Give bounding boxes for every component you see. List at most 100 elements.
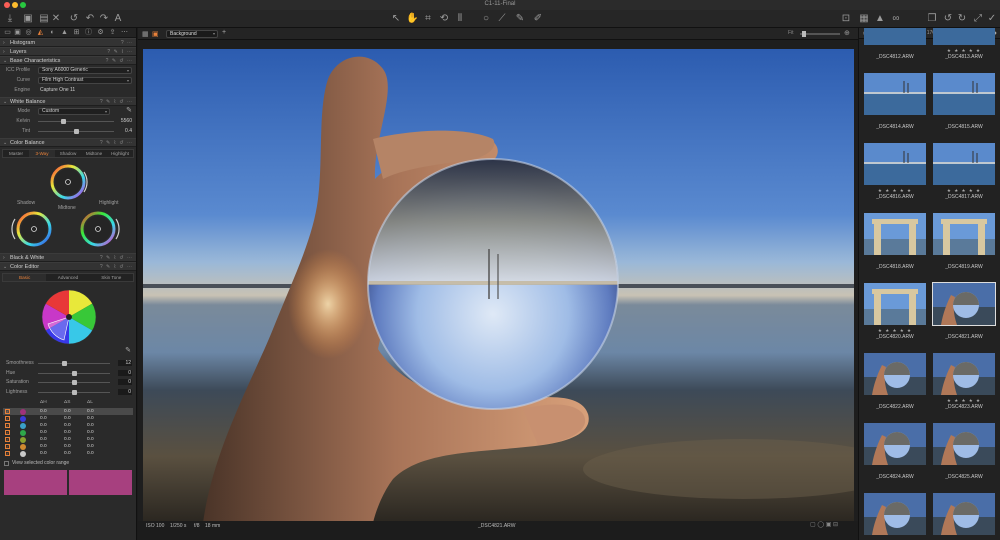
brush-icon[interactable]: ✎ (514, 13, 526, 25)
section-histogram[interactable]: › Histogram ? ⋯ (0, 38, 136, 47)
picker-icon[interactable]: ⟋ (496, 13, 508, 25)
zoom-slider[interactable] (800, 31, 840, 37)
rotate-right-icon[interactable]: ↻ (956, 13, 968, 25)
single-view-icon[interactable]: ▣ (152, 30, 159, 38)
row-enable-checkbox[interactable]: ✓ (5, 423, 10, 428)
color-editor-row[interactable]: ✓ 0.0 0.0 0.0 (3, 436, 133, 443)
zoom-fit-label[interactable]: Fit (788, 30, 794, 36)
thumbnail-image[interactable] (932, 282, 996, 326)
spot-icon[interactable]: ○ (480, 13, 492, 25)
library-icon[interactable]: ▭ (3, 29, 12, 37)
thumbnail[interactable]: _DSC4821.ARW (931, 281, 997, 351)
thumbnail[interactable]: ★ ★ ★ ★ ★ _DSC4823.ARW (931, 351, 997, 421)
settings-icon[interactable]: ⚙ (96, 29, 105, 37)
thumbnail-image[interactable] (864, 423, 926, 465)
thumbnail-image[interactable] (864, 493, 926, 535)
thumbnail-image[interactable] (933, 493, 995, 535)
color-editor-tab[interactable]: Skin Tone (90, 274, 133, 281)
color-editor-row[interactable]: ✓ 0.0 0.0 0.0 (3, 443, 133, 450)
row-enable-checkbox[interactable]: ✓ (5, 437, 10, 442)
brush-tool-icon[interactable]: ⤢ (972, 13, 984, 25)
color-editor-row[interactable]: ✓ 0.0 0.0 0.0 (3, 415, 133, 422)
slider-track[interactable] (38, 389, 110, 395)
details-icon[interactable]: ▲ (60, 29, 69, 37)
thumbnail[interactable]: _DSC4822.ARW (862, 351, 928, 421)
thumbnail[interactable]: _DSC4815.ARW (931, 71, 997, 141)
adjust-icon[interactable]: ⊞ (72, 29, 81, 37)
section-controls[interactable]: ? ✎ ⌇ ↺ ⋯ (100, 263, 133, 271)
slider-knob[interactable] (71, 389, 77, 395)
slider-track[interactable] (38, 370, 110, 376)
color-tab-icon[interactable]: ◭ (36, 29, 45, 37)
rotate-left-icon[interactable]: ↺ (942, 13, 954, 25)
redo-icon[interactable]: ↷ (98, 13, 110, 25)
pan-icon[interactable]: ✋ (406, 13, 418, 25)
thumbnail-image[interactable] (864, 213, 926, 255)
view-options-icons[interactable]: ▢ ◯ ▣ ⊟ (810, 521, 838, 530)
color-editor-row[interactable]: ✓ 0.0 0.0 0.0 (3, 429, 133, 436)
color-editor-tab[interactable]: Basic (3, 274, 47, 281)
thumbnail[interactable]: _DSC4818.ARW (862, 211, 928, 281)
thumbnail-image[interactable] (933, 423, 995, 465)
delete-icon[interactable]: ✕ (50, 13, 62, 25)
section-color-balance[interactable]: ⌄ Color Balance ? ✎ ⌇ ↺ ⋯ (0, 138, 136, 147)
color-editor-wheel[interactable] (40, 288, 98, 346)
thumbnail[interactable]: ★ ★ ★ ★ ★ _DSC4817.ARW (931, 141, 997, 211)
color-editor-row[interactable]: ✓ 0.0 0.0 0.0 (3, 422, 133, 429)
section-layers[interactable]: › Layers ? ✎ ⌇ ⋯ (0, 47, 136, 56)
capture-tab-icon[interactable]: ▣ (13, 29, 22, 37)
copy-icon[interactable]: ❐ (926, 13, 938, 25)
midtone-color-wheel[interactable] (48, 162, 88, 202)
undo-history-icon[interactable]: ↺ (68, 13, 80, 25)
loupe-icon[interactable]: ⊡ (840, 13, 852, 25)
grid-icon[interactable]: ▦ (858, 13, 870, 25)
metadata-icon[interactable]: ⓘ (84, 29, 93, 37)
thumbnail-image[interactable] (864, 73, 926, 115)
thumbnail[interactable]: _DSC4824.ARW (862, 421, 928, 491)
batch-icon[interactable]: ⋯ (120, 29, 129, 37)
thumbnail[interactable]: ★ ★ ★ ★ ★ _DSC4816.ARW (862, 141, 928, 211)
row-enable-checkbox[interactable]: ✓ (5, 444, 10, 449)
row-enable-checkbox[interactable]: ✓ (5, 409, 10, 414)
import-icon[interactable]: ⤓ (4, 13, 16, 25)
thumbnail-image[interactable] (864, 283, 926, 325)
slider-value[interactable]: 0 (118, 379, 132, 385)
color-balance-tab[interactable]: Master (3, 150, 29, 157)
thumbnail-image[interactable] (933, 73, 995, 115)
thumbnail[interactable]: ★ ★ ★ ★ ★ _DSC4813.ARW (931, 28, 997, 71)
row-enable-checkbox[interactable]: ✓ (5, 416, 10, 421)
wb-mode-select[interactable]: Custom ▾ (38, 107, 110, 115)
thumbnail[interactable]: ★ ★ ★ ★ ★ _DSC4820.ARW (862, 281, 928, 351)
output-icon[interactable]: ⇪ (108, 29, 117, 37)
view-range-checkbox[interactable] (4, 461, 9, 466)
section-controls[interactable]: ? ✎ ↺ ⋯ (106, 57, 133, 65)
kelvin-slider[interactable] (38, 119, 114, 124)
crop-icon[interactable]: ⌗ (422, 13, 434, 25)
section-controls[interactable]: ? ✎ ⌇ ↺ ⋯ (100, 254, 133, 262)
section-controls[interactable]: ? ✎ ⌇ ↺ ⋯ (100, 139, 133, 147)
icc-profile-select[interactable]: Sony A6000 Generic ▾ (38, 66, 132, 74)
section-white-balance[interactable]: ⌄ White Balance ? ✎ ⌇ ↺ ⋯ (0, 97, 136, 106)
slider-knob[interactable] (71, 370, 77, 376)
slider-value[interactable]: 0 (118, 369, 132, 376)
thumbnail-image[interactable] (933, 28, 995, 45)
color-editor-row[interactable]: ✓ 0.0 0.0 0.0 (3, 450, 133, 457)
color-balance-tab[interactable]: 3-Way (29, 150, 55, 157)
thumbnail[interactable]: _DSC4819.ARW (931, 211, 997, 281)
section-base-characteristics[interactable]: ⌄ Base Characteristics ? ✎ ↺ ⋯ (0, 56, 136, 65)
grid-view-icon[interactable]: ▦ (142, 30, 149, 38)
glasses-icon[interactable]: ∞ (890, 13, 902, 25)
thumbnail[interactable]: _DSC4825.ARW (931, 421, 997, 491)
thumbnail-image[interactable] (864, 28, 926, 45)
thumbnail-image[interactable] (933, 353, 995, 395)
tint-slider-knob[interactable] (73, 129, 79, 134)
thumbnail[interactable] (862, 491, 928, 540)
cursor-icon[interactable]: ↖ (390, 13, 402, 25)
slider-value[interactable]: 12 (118, 360, 132, 366)
shadow-color-wheel[interactable] (11, 209, 55, 249)
color-balance-tab[interactable]: Shadow (55, 150, 81, 157)
thumbnail-image[interactable] (864, 353, 926, 395)
section-controls[interactable]: ? ✎ ⌇ ⋯ (107, 48, 133, 56)
tint-slider[interactable] (38, 129, 114, 134)
undo-icon[interactable]: ↶ (84, 13, 96, 25)
